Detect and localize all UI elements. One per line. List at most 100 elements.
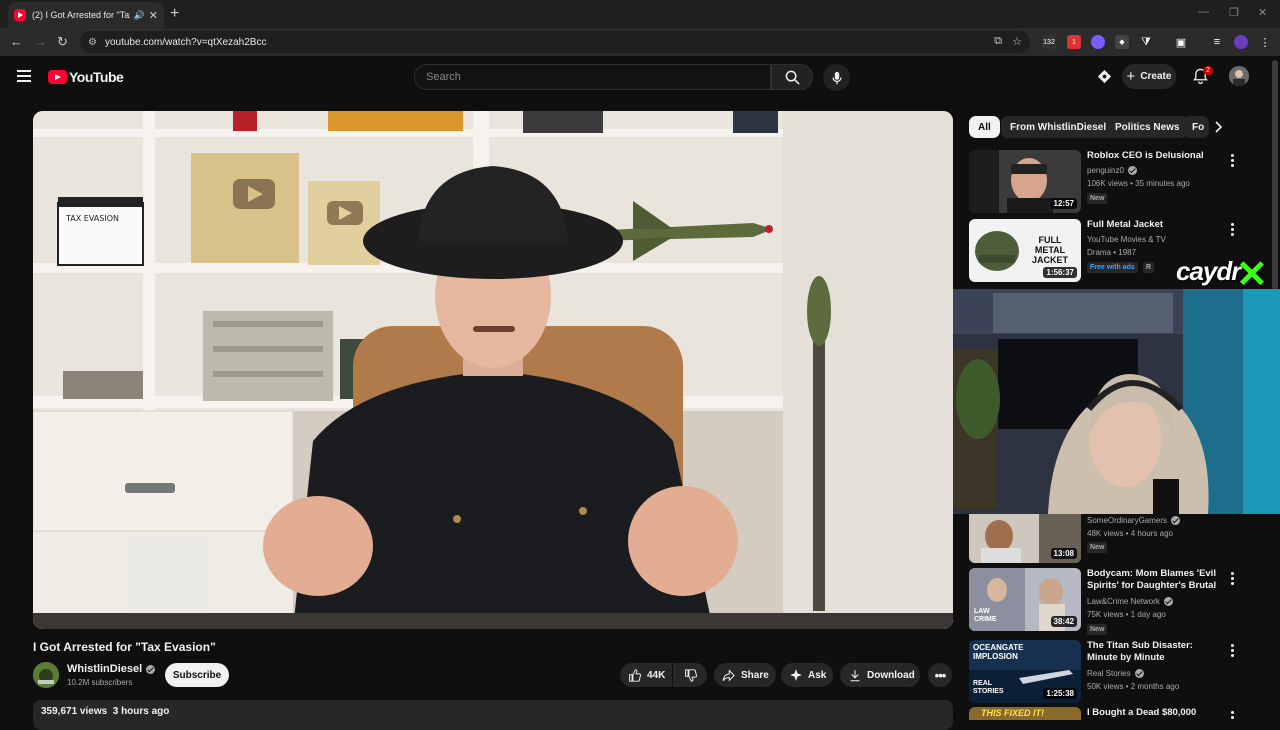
voice-search-button[interactable] <box>823 64 850 91</box>
sidepanel-icon[interactable]: ▣ <box>1174 35 1188 49</box>
ask-button[interactable]: Ask <box>781 663 833 687</box>
reload-icon[interactable]: ↻ <box>57 34 68 50</box>
like-button[interactable]: 44K <box>620 663 672 687</box>
channel-text: penguinz0 <box>1087 166 1124 175</box>
install-icon[interactable]: ⧉ <box>994 35 1002 48</box>
thumbnail-text: OCEANGATE IMPLOSION <box>973 643 1024 661</box>
recommendation-item[interactable]: LAW CRIME 38:42 Bodycam: Mom Blames 'Evi… <box>969 568 1249 635</box>
channel-text: SomeOrdinaryGamers <box>1087 516 1168 525</box>
puzzle-icon[interactable]: ⧩ <box>1139 35 1153 49</box>
channel-text: Law&Crime Network <box>1087 597 1160 606</box>
recommendation-title[interactable]: Bodycam: Mom Blames 'Evil Spirits' for D… <box>1087 568 1217 592</box>
more-actions-button[interactable]: ••• <box>928 663 952 687</box>
extension-icon[interactable]: 1 <box>1067 35 1081 49</box>
menu-icon[interactable] <box>17 70 31 82</box>
more-options-icon[interactable] <box>1231 154 1234 167</box>
description-box[interactable]: 359,671 views 3 hours ago <box>33 700 953 730</box>
chip-more[interactable]: Fo <box>1183 116 1209 138</box>
page-scrollbar[interactable] <box>1272 60 1278 290</box>
video-player[interactable]: TAX EVASION <box>33 111 953 629</box>
bookmark-star-icon[interactable]: ☆ <box>1012 35 1022 48</box>
more-options-icon[interactable] <box>1231 223 1234 236</box>
recommendation-title[interactable]: I Bought a Dead $80,000 <box>1087 707 1217 719</box>
video-thumbnail[interactable]: OCEANGATE IMPLOSION REAL STORIES 1:25:38 <box>969 640 1081 703</box>
ask-label: Ask <box>808 669 827 681</box>
chip-politics-news[interactable]: Politics News <box>1106 116 1189 138</box>
new-badge: New <box>1087 542 1108 553</box>
chip-all[interactable]: All <box>969 116 1000 138</box>
speaker-icon[interactable]: 🔊 <box>134 10 145 21</box>
channel-name-text: WhistlinDiesel <box>67 663 143 675</box>
recommendation-item[interactable]: OCEANGATE IMPLOSION REAL STORIES 1:25:38… <box>969 640 1249 703</box>
share-button[interactable]: Share <box>714 663 776 687</box>
back-icon[interactable]: ← <box>10 34 23 49</box>
duration-badge: 38:42 <box>1050 616 1077 627</box>
logo-text: YouTube <box>69 69 124 85</box>
channel-name[interactable]: WhistlinDiesel <box>67 663 156 675</box>
close-tab-icon[interactable]: ✕ <box>149 9 158 22</box>
share-label: Share <box>741 669 769 681</box>
download-button[interactable]: Download <box>840 663 920 687</box>
channel-avatar[interactable] <box>33 662 59 688</box>
video-thumbnail[interactable]: LAW CRIME 38:42 <box>969 568 1081 631</box>
create-button[interactable]: + Create <box>1122 64 1176 89</box>
menu-kebab-icon[interactable]: ⋮ <box>1258 35 1272 49</box>
site-info-icon[interactable]: ⚙ <box>88 37 97 48</box>
recommendation-item[interactable]: 13:08 SomeOrdinaryGamers 48K views • 4 h… <box>969 514 1249 566</box>
recommendation-title[interactable]: Full Metal Jacket <box>1087 219 1217 231</box>
subscriber-count: 10.2M subscribers <box>67 678 133 687</box>
recommendation-title[interactable]: The Titan Sub Disaster: Minute by Minute <box>1087 640 1217 664</box>
close-window-icon[interactable]: ✕ <box>1258 6 1267 19</box>
more-options-icon[interactable] <box>1231 644 1234 657</box>
extension-icon[interactable]: 132 <box>1042 35 1056 49</box>
dislike-button[interactable] <box>673 663 707 687</box>
verified-icon <box>146 664 156 674</box>
ask-ai-icon[interactable] <box>1097 69 1112 84</box>
youtube-logo[interactable]: YouTube <box>48 69 124 85</box>
search-button[interactable] <box>771 64 813 90</box>
recommendation-item[interactable]: 12:57 Roblox CEO is Delusional penguinz0… <box>969 150 1249 216</box>
recommendation-channel[interactable]: SomeOrdinaryGamers <box>1087 516 1181 525</box>
video-thumbnail[interactable]: THIS FIXED IT! <box>969 707 1081 720</box>
browser-tabstrip: (2) I Got Arrested for "Tax E 🔊 ✕ + — ❐ … <box>0 0 1280 28</box>
plus-icon: + <box>1126 68 1136 85</box>
profile-icon[interactable] <box>1234 35 1248 49</box>
chip-from-channel[interactable]: From WhistlinDiesel <box>1001 116 1116 138</box>
recommendation-channel[interactable]: Law&Crime Network <box>1087 597 1173 606</box>
video-thumbnail[interactable]: FULL METAL JACKET 1:56:37 <box>969 219 1081 282</box>
search-input[interactable]: Search <box>414 64 771 90</box>
account-avatar[interactable] <box>1229 66 1249 86</box>
more-options-icon[interactable] <box>1231 711 1234 720</box>
maximize-icon[interactable]: ❐ <box>1229 6 1239 19</box>
streamer-logo-icon: ✕ <box>1236 254 1268 296</box>
video-title: I Got Arrested for "Tax Evasion" <box>33 640 216 654</box>
more-options-icon[interactable] <box>1231 572 1234 585</box>
recommendation-channel[interactable]: penguinz0 <box>1087 166 1137 175</box>
recommendation-item[interactable]: THIS FIXED IT! I Bought a Dead $80,000 <box>969 707 1249 720</box>
forward-icon[interactable]: → <box>34 34 47 49</box>
duration-badge: 12:57 <box>1050 198 1077 209</box>
recommendation-title[interactable]: Roblox CEO is Delusional <box>1087 150 1217 162</box>
new-tab-button[interactable]: + <box>170 5 179 23</box>
sparkle-icon <box>790 669 802 681</box>
extension-icon[interactable]: ◆ <box>1115 35 1129 49</box>
verified-icon <box>1127 166 1137 175</box>
url-text: youtube.com/watch?v=qtXezah2Bcc <box>104 36 267 48</box>
media-icon[interactable]: ≡ <box>1210 35 1224 49</box>
video-thumbnail[interactable]: 13:08 <box>969 514 1081 563</box>
new-badge: New <box>1087 624 1108 635</box>
minimize-icon[interactable]: — <box>1198 6 1209 18</box>
notification-count-badge: 2 <box>1203 66 1213 75</box>
video-thumbnail[interactable]: 12:57 <box>969 150 1081 213</box>
browser-tab[interactable]: (2) I Got Arrested for "Tax E 🔊 ✕ <box>8 2 164 28</box>
subscribe-button[interactable]: Subscribe <box>165 663 229 687</box>
recommendation-meta: 106K views • 35 minutes ago <box>1087 179 1190 188</box>
thumbnail-text: LAW CRIME <box>974 608 997 623</box>
address-bar[interactable]: ⚙ youtube.com/watch?v=qtXezah2Bcc ☆ ⧉ <box>80 31 1030 53</box>
extension-icon[interactable] <box>1091 35 1105 49</box>
recommendation-channel[interactable]: Real Stories <box>1087 669 1144 678</box>
recommendation-channel[interactable]: YouTube Movies & TV <box>1087 235 1166 244</box>
duration-badge: 1:56:37 <box>1043 267 1077 278</box>
chevron-right-icon[interactable] <box>1214 120 1223 134</box>
like-count: 44K <box>647 669 666 681</box>
